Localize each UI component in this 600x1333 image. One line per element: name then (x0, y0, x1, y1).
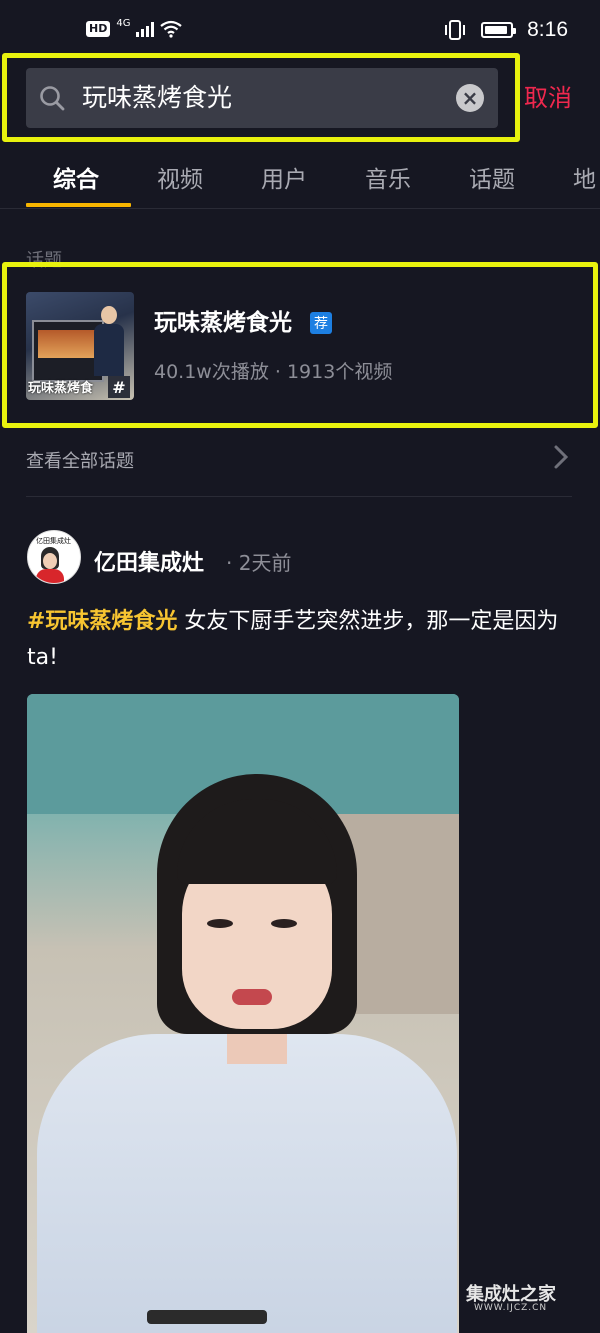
search-icon (40, 86, 65, 111)
chevron-right-icon[interactable] (552, 444, 570, 470)
divider (0, 208, 600, 209)
tab-users[interactable]: 用户 (261, 160, 307, 194)
divider (26, 496, 572, 497)
post-hashtag[interactable]: #玩味蒸烤食光 (27, 609, 177, 634)
network-type: 4G (116, 18, 131, 29)
signal-icon (136, 21, 155, 37)
tab-locations[interactable]: 地 (573, 160, 596, 194)
vibrate-icon (445, 20, 466, 40)
tab-topics[interactable]: 话题 (469, 160, 515, 194)
topic-thumbnail[interactable]: 玩味蒸烤食 # (26, 292, 134, 400)
post-time: · 2天前 (226, 551, 292, 575)
recommended-badge: 荐 (310, 312, 332, 334)
view-all-topics-link[interactable]: 查看全部话题 (26, 447, 134, 473)
avatar-caption: 亿田集成灶 (36, 537, 71, 545)
thumbnail-caption: 玩味蒸烤食 (28, 381, 94, 396)
post-caption: #玩味蒸烤食光 女友下厨手艺突然进步，那一定是因为ta! (27, 604, 575, 676)
tab-all[interactable]: 综合 (53, 160, 99, 194)
tab-music[interactable]: 音乐 (365, 160, 411, 194)
clock: 8:16 (527, 18, 568, 41)
active-tab-indicator (26, 203, 131, 207)
wifi-icon (160, 20, 183, 38)
search-query[interactable]: 玩味蒸烤食光 (82, 84, 232, 112)
cancel-button[interactable]: 取消 (524, 84, 572, 112)
status-bar: HD 4G 8:16 (0, 0, 600, 60)
topic-stats: 40.1w次播放 · 1913个视频 (154, 361, 393, 383)
tab-videos[interactable]: 视频 (157, 160, 203, 194)
avatar[interactable]: 亿田集成灶 (27, 530, 81, 584)
video-thumbnail[interactable] (27, 694, 459, 1333)
hashtag-icon: # (108, 376, 130, 398)
watermark-url: WWW.IJCZ.CN (474, 1303, 548, 1313)
status-right: 8:16 (443, 18, 568, 42)
person-image (94, 306, 124, 376)
battery-icon (481, 22, 517, 38)
topic-title[interactable]: 玩味蒸烤食光 (154, 308, 292, 338)
clear-icon[interactable]: × (456, 84, 484, 112)
battery-fill (485, 26, 508, 34)
status-left: HD 4G (86, 18, 183, 38)
hd-indicator: HD (86, 21, 111, 37)
post-author[interactable]: 亿田集成灶 (94, 545, 204, 577)
tab-bar: 综合 视频 用户 音乐 话题 地 (0, 160, 600, 208)
